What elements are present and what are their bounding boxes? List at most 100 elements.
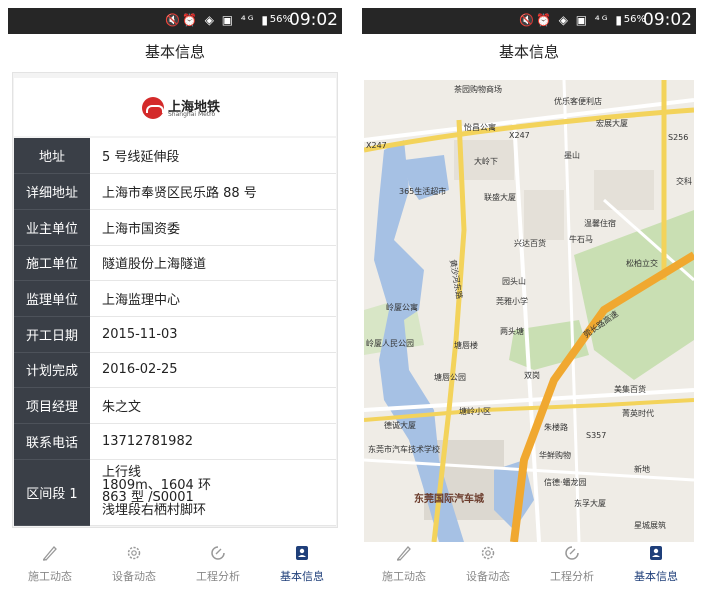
tab-analysis[interactable]: 工程分析: [176, 536, 260, 588]
row-label: 详细地址: [14, 173, 90, 210]
map-view[interactable]: 茶园购物商场 优乐客便利店 怡昌公寓 宏展大厦 X247 X247 S256 大…: [364, 80, 694, 542]
tab-basic-info[interactable]: 基本信息: [260, 536, 344, 588]
status-bar: 🔇⏰ ◈ ▣ ⁴ᴳ ▮ 56% 09:02: [362, 8, 696, 34]
map-label: 塘唇楼: [454, 340, 478, 350]
tab-analysis[interactable]: 工程分析: [530, 536, 614, 588]
map-label: 信德·蟠龙园: [544, 477, 587, 487]
map-label: 塘唇公园: [434, 372, 466, 382]
map-label: 大岭下: [474, 156, 498, 166]
map-label: 宏展大厦: [596, 118, 628, 128]
info-table: 地址 5 号线延伸段 详细地址 上海市奉贤区民乐路 88 号 业主单位 上海市国资委 …: [14, 138, 336, 526]
row-value: 上海市奉贤区民乐路 88 号: [90, 173, 336, 210]
tab-label: 施工动态: [382, 570, 426, 583]
phone-number[interactable]: 13712781982: [90, 423, 336, 460]
row-label: 项目经理: [14, 387, 90, 424]
tab-equipment[interactable]: 设备动态: [446, 536, 530, 588]
table-row: 项目经理 朱之文: [14, 387, 336, 424]
page-title: 基本信息: [362, 34, 696, 70]
status-bar: 🔇⏰ ◈ ▣ ⁴ᴳ ▮ 56% 09:02: [8, 8, 342, 34]
map-label: 交科: [676, 176, 692, 186]
map-label: 新地: [634, 464, 650, 474]
building-block: [594, 170, 654, 210]
map-label: 菁英时代: [622, 408, 654, 418]
status-icons: 🔇⏰ ◈ ▣ ⁴ᴳ ▮: [519, 13, 624, 27]
map-label: 星城展筑: [634, 520, 666, 530]
row-value: 2015-11-03: [90, 316, 336, 353]
table-row: 开工日期 2015-11-03: [14, 316, 336, 353]
map-label: 岭厦公寓: [386, 302, 418, 312]
map-label: 温馨住宿: [584, 218, 616, 228]
bottom-tab-bar: 施工动态 设备动态 工程分析 基本信息: [362, 536, 696, 588]
row-value: 隧道股份上海隧道: [90, 245, 336, 282]
map-label: 朱楼路: [544, 422, 568, 432]
map-label: 双岗: [524, 371, 540, 380]
table-row: 监理单位 上海监理中心: [14, 280, 336, 317]
map-label: 园头山: [502, 276, 526, 286]
building-block: [524, 190, 564, 240]
gear-icon: [127, 546, 141, 560]
bottom-tab-bar: 施工动态 设备动态 工程分析 基本信息: [8, 536, 342, 588]
tab-construction[interactable]: 施工动态: [8, 536, 92, 588]
row-value: 朱之文: [90, 387, 336, 424]
profile-icon: [296, 546, 308, 560]
map-label: 松柏立交: [626, 258, 658, 268]
info-card: 上海地铁 Shanghai Metro 地址 5 号线延伸段 详细地址 上海市奉贤区…: [12, 72, 338, 528]
map-label: X247: [366, 141, 387, 150]
map-label: 德诚大厦: [384, 420, 416, 430]
pen-icon: [396, 546, 411, 561]
map-label: 联盛大厦: [484, 192, 516, 202]
map-label: 两头塘: [500, 326, 524, 336]
map-label: 墨山: [564, 150, 580, 160]
table-row: 地址 5 号线延伸段: [14, 138, 336, 175]
row-value: 上海市国资委: [90, 209, 336, 246]
clock: 09:02: [289, 10, 338, 30]
table-row: 计划完成 2016-02-25: [14, 352, 336, 389]
row-label: 联系电话: [14, 423, 90, 460]
tab-label: 工程分析: [550, 570, 594, 583]
segment-row: 区间段 1 上行线 1809m、1604 环 863 型 /S0001 浅埋段右…: [14, 459, 336, 526]
map-label: S256: [668, 133, 688, 142]
tab-label: 设备动态: [466, 570, 510, 583]
gear-icon: [481, 546, 495, 560]
map-label: S357: [586, 431, 606, 440]
tab-label: 基本信息: [634, 570, 678, 583]
map-label: X247: [509, 131, 530, 140]
map-label: 塘岭小区: [459, 406, 491, 416]
table-row: 业主单位 上海市国资委: [14, 209, 336, 246]
tab-equipment[interactable]: 设备动态: [92, 536, 176, 588]
row-label: 施工单位: [14, 245, 90, 282]
chart-icon: [565, 546, 579, 560]
clock: 09:02: [643, 10, 692, 30]
map-label: 兴达百货: [514, 238, 546, 248]
row-value: 5 号线延伸段: [90, 138, 336, 175]
metro-logo-icon: [142, 97, 164, 119]
row-value: 2016-02-25: [90, 352, 336, 389]
tab-label: 施工动态: [28, 570, 72, 583]
map-label: 华鲜购物: [539, 450, 571, 460]
tab-label: 设备动态: [112, 570, 156, 583]
map-label: 岭厦人民公园: [366, 338, 414, 348]
status-icons: 🔇⏰ ◈ ▣ ⁴ᴳ ▮: [165, 13, 270, 27]
row-label: 开工日期: [14, 316, 90, 353]
map-label: 怡昌公寓: [464, 122, 496, 132]
table-row: 详细地址 上海市奉贤区民乐路 88 号: [14, 173, 336, 210]
phone-screen-map: 🔇⏰ ◈ ▣ ⁴ᴳ ▮ 56% 09:02 基本信息 茶园购物商场 优乐客便利店…: [362, 8, 696, 594]
profile-icon: [650, 546, 662, 560]
table-row: 施工单位 隧道股份上海隧道: [14, 245, 336, 282]
tab-label: 基本信息: [280, 570, 324, 583]
map-label: 莞雅小学: [496, 296, 528, 306]
table-row: 联系电话 13712781982: [14, 423, 336, 460]
row-label: 区间段 1: [14, 459, 90, 526]
map-canvas[interactable]: 茶园购物商场 优乐客便利店 怡昌公寓 宏展大厦 X247 X247 S256 大…: [364, 80, 694, 542]
map-label: 牛石马: [569, 234, 593, 244]
row-label: 监理单位: [14, 280, 90, 317]
tab-basic-info[interactable]: 基本信息: [614, 536, 698, 588]
segment-line: 浅埋段右栖村脚环: [102, 502, 207, 518]
tab-construction[interactable]: 施工动态: [362, 536, 446, 588]
map-label: 东孚大厦: [574, 498, 606, 508]
row-label: 地址: [14, 138, 90, 175]
page-title: 基本信息: [8, 34, 342, 70]
row-label: 业主单位: [14, 209, 90, 246]
map-label: 茶园购物商场: [454, 84, 502, 94]
chart-icon: [211, 546, 225, 560]
